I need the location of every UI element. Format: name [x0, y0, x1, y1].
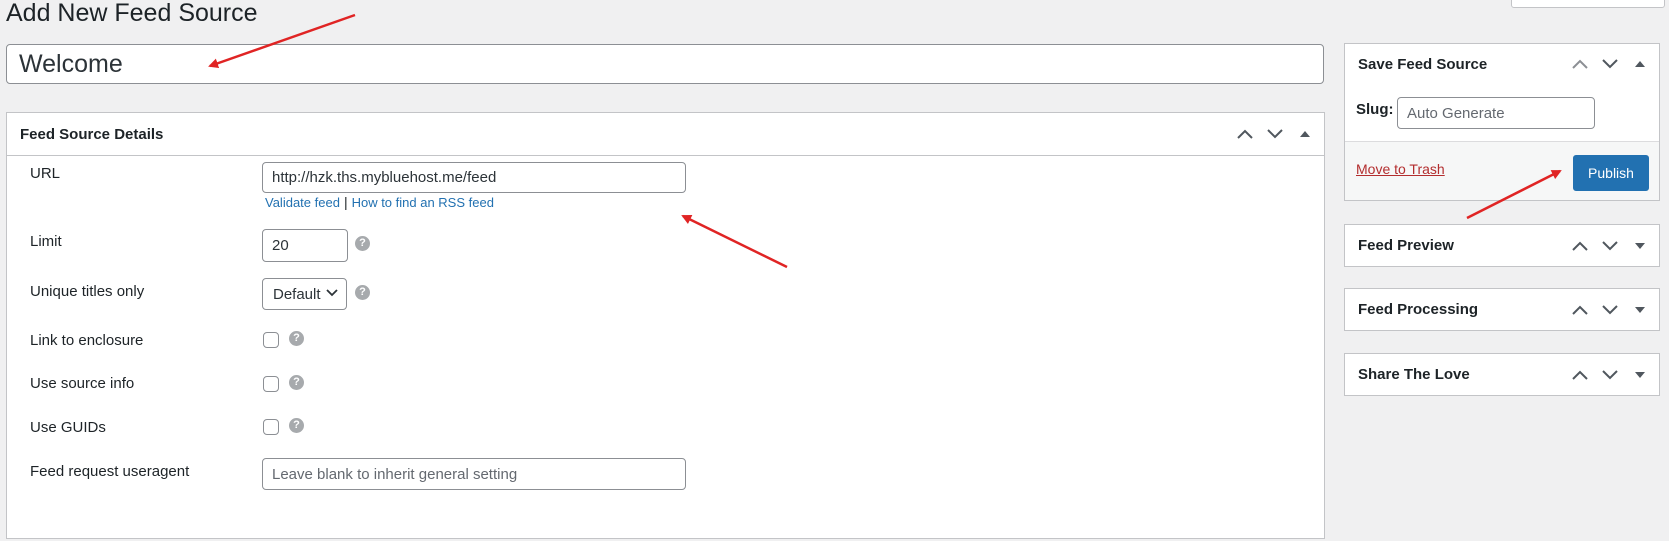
toggle-panel-icon[interactable] — [1292, 121, 1318, 147]
save-box-header: Save Feed Source — [1345, 44, 1659, 84]
feed-source-details-box: Feed Source Details URL Validate feed| Ho… — [6, 112, 1325, 539]
slug-label: Slug: — [1356, 101, 1394, 118]
url-links: Validate feed | How to find an RSS feed — [265, 194, 494, 211]
processing-box-header[interactable]: Feed Processing — [1345, 289, 1659, 330]
move-up-icon[interactable] — [1567, 362, 1593, 388]
save-feed-source-box: Save Feed Source Slug: Move to Trash Pub… — [1344, 43, 1660, 201]
share-box-title: Share The Love — [1358, 366, 1470, 383]
guids-checkbox[interactable] — [263, 419, 279, 435]
move-up-icon[interactable] — [1567, 233, 1593, 259]
limit-help-icon[interactable]: ? — [355, 236, 370, 251]
move-down-icon[interactable] — [1597, 362, 1623, 388]
toggle-panel-icon[interactable] — [1627, 233, 1653, 259]
url-input[interactable] — [262, 162, 686, 193]
source-info-label: Use source info — [30, 375, 135, 392]
feed-preview-box: Feed Preview — [1344, 224, 1660, 267]
rss-help-link[interactable]: How to find an RSS feed — [352, 195, 494, 210]
move-to-trash-link[interactable]: Move to Trash — [1356, 161, 1445, 177]
post-title-input[interactable] — [6, 44, 1324, 84]
preview-box-header[interactable]: Feed Preview — [1345, 225, 1659, 266]
major-publishing-actions: Move to Trash Publish — [1345, 141, 1659, 200]
share-the-love-box: Share The Love — [1344, 353, 1660, 396]
guids-label: Use GUIDs — [30, 419, 106, 436]
share-box-header[interactable]: Share The Love — [1345, 354, 1659, 395]
useragent-label: Feed request useragent — [30, 463, 190, 480]
source-info-help-icon[interactable]: ? — [289, 375, 304, 390]
unique-titles-help-icon[interactable]: ? — [355, 285, 370, 300]
move-up-icon[interactable] — [1567, 51, 1593, 77]
move-down-icon[interactable] — [1597, 297, 1623, 323]
link-separator: | — [343, 194, 348, 210]
useragent-input[interactable] — [262, 458, 686, 490]
unique-titles-select[interactable]: Default — [262, 278, 347, 310]
toggle-panel-icon[interactable] — [1627, 51, 1653, 77]
source-info-checkbox[interactable] — [263, 376, 279, 392]
screen-options-button[interactable] — [1511, 0, 1665, 8]
move-up-icon[interactable] — [1232, 121, 1258, 147]
unique-titles-label: Unique titles only — [30, 283, 145, 300]
slug-input[interactable] — [1397, 97, 1595, 129]
move-down-icon[interactable] — [1597, 51, 1623, 77]
details-box-header: Feed Source Details — [7, 113, 1324, 156]
save-box-title: Save Feed Source — [1358, 55, 1488, 73]
feed-processing-box: Feed Processing — [1344, 288, 1660, 331]
unique-titles-selected: Default — [273, 285, 321, 303]
preview-box-title: Feed Preview — [1358, 237, 1454, 254]
guids-help-icon[interactable]: ? — [289, 418, 304, 433]
chevron-down-icon — [326, 289, 338, 297]
move-down-icon[interactable] — [1262, 121, 1288, 147]
enclosure-help-icon[interactable]: ? — [289, 331, 304, 346]
move-down-icon[interactable] — [1597, 233, 1623, 259]
toggle-panel-icon[interactable] — [1627, 297, 1653, 323]
enclosure-label: Link to enclosure — [30, 332, 144, 349]
limit-input[interactable] — [262, 229, 348, 262]
processing-box-title: Feed Processing — [1358, 301, 1479, 318]
validate-feed-link[interactable]: Validate feed — [265, 195, 340, 210]
page-title: Add New Feed Source — [6, 0, 258, 27]
publish-button[interactable]: Publish — [1573, 155, 1649, 191]
enclosure-checkbox[interactable] — [263, 332, 279, 348]
url-label: URL — [30, 165, 61, 182]
move-up-icon[interactable] — [1567, 297, 1593, 323]
details-box-title: Feed Source Details — [20, 125, 164, 143]
toggle-panel-icon[interactable] — [1627, 362, 1653, 388]
limit-label: Limit — [30, 233, 62, 250]
